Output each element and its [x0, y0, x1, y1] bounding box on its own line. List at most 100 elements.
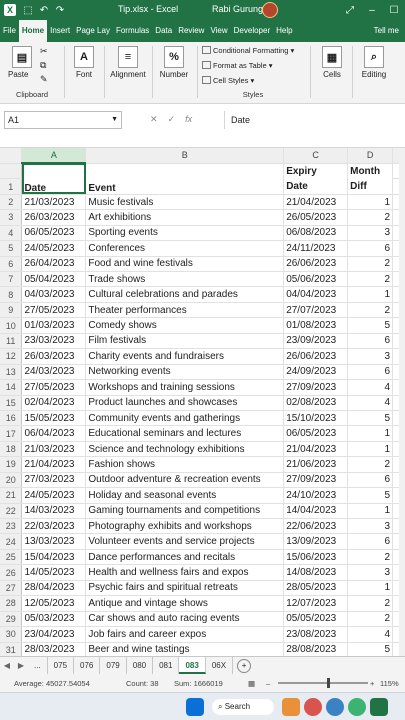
column-header-d[interactable]: D [347, 148, 394, 164]
cell-month-diff[interactable]: 6 [347, 364, 394, 381]
cell-event[interactable]: Product launches and showcases [85, 395, 285, 411]
undo-button[interactable]: ↶ [36, 5, 52, 16]
format-painter-icon[interactable]: ✎ [40, 74, 48, 85]
cell-event[interactable]: Workshops and training sessions [85, 379, 285, 396]
cell-expiry-date[interactable]: 15/06/2023 [283, 549, 349, 566]
enter-icon[interactable]: ✓ [168, 114, 176, 124]
cell-month-diff[interactable]: 6 [347, 240, 394, 257]
paste-button[interactable]: Paste [8, 70, 28, 79]
row-header[interactable]: 12 [0, 348, 23, 365]
cell-date[interactable]: 15/04/2023 [21, 549, 87, 566]
cell-date[interactable]: 21/04/2023 [21, 456, 87, 473]
cell-event[interactable]: Art exhibitions [85, 209, 285, 226]
cell-event[interactable]: Antique and vintage shows [85, 595, 285, 612]
cell-event[interactable]: Sporting events [85, 225, 285, 242]
cell-date[interactable]: 02/04/2023 [21, 395, 87, 411]
cell-event[interactable]: Outdoor adventure & recreation events [85, 472, 285, 489]
next-sheet-icon[interactable]: ▶ [14, 661, 28, 670]
cell-month-diff[interactable]: 2 [347, 595, 394, 612]
cell-expiry-date[interactable]: 24/10/2023 [283, 487, 349, 504]
cell-event[interactable]: Science and technology exhibitions [85, 441, 285, 458]
cell-event[interactable]: Educational seminars and lectures [85, 425, 285, 442]
add-sheet-button[interactable]: + [237, 658, 252, 673]
cell-date[interactable]: 24/03/2023 [21, 364, 87, 381]
cell-expiry-date[interactable]: 21/04/2023 [283, 441, 349, 458]
row-header[interactable]: 5 [0, 240, 23, 257]
row-header[interactable]: 6 [0, 256, 23, 273]
row-header[interactable]: 11 [0, 333, 23, 350]
tab-page-layout[interactable]: Page Lay [73, 20, 113, 42]
cell-date[interactable]: 05/04/2023 [21, 271, 87, 288]
minimize-button[interactable]: – [361, 5, 383, 16]
cell-event[interactable]: Dance performances and recitals [85, 549, 285, 566]
cell-expiry-date[interactable]: 26/06/2023 [283, 256, 349, 273]
row-header[interactable]: 19 [0, 456, 23, 473]
normal-view-icon[interactable]: ▦ [248, 679, 255, 688]
zoom-slider-thumb[interactable] [327, 678, 330, 688]
row-header[interactable]: 15 [0, 395, 23, 411]
cell-expiry-date[interactable]: 24/11/2023 [283, 240, 349, 257]
row-header[interactable]: 18 [0, 441, 23, 458]
cell-month-diff[interactable]: 3 [347, 518, 394, 535]
files-icon[interactable] [282, 698, 300, 716]
cell-date[interactable]: 24/05/2023 [21, 240, 87, 257]
tab-developer[interactable]: Developer [231, 20, 273, 42]
cell-date[interactable]: 06/04/2023 [21, 425, 87, 442]
row-header[interactable]: 9 [0, 302, 23, 319]
cell-month-diff[interactable]: 2 [347, 456, 394, 473]
number-group[interactable]: % Number [154, 42, 194, 104]
row-header[interactable]: 17 [0, 425, 23, 442]
cell-date[interactable]: 23/04/2023 [21, 626, 87, 643]
prev-sheet-icon[interactable]: ◀ [0, 661, 14, 670]
column-header-c[interactable]: C [283, 148, 349, 164]
row-header[interactable]: 13 [0, 364, 23, 381]
cut-icon[interactable]: ✂ [40, 46, 48, 57]
sheet-tab-080[interactable]: 080 [127, 657, 154, 674]
browser-icon[interactable] [304, 698, 322, 716]
row-header[interactable]: 28 [0, 595, 23, 612]
column-header-b[interactable]: B [85, 148, 285, 164]
alignment-group[interactable]: ≡ Alignment [106, 42, 150, 104]
cell-event[interactable]: Comedy shows [85, 317, 285, 334]
row-header[interactable]: 16 [0, 410, 23, 427]
cell-event[interactable]: Community events and gatherings [85, 410, 285, 427]
cell-expiry-date[interactable]: 15/10/2023 [283, 410, 349, 427]
cell-expiry-date[interactable]: 14/08/2023 [283, 564, 349, 581]
cell-expiry-date[interactable]: 27/07/2023 [283, 302, 349, 319]
cell-expiry-date[interactable]: 27/09/2023 [283, 379, 349, 396]
tab-view[interactable]: View [207, 20, 230, 42]
sheet-tab-06x[interactable]: 06X [206, 657, 234, 674]
row-header[interactable]: 27 [0, 580, 23, 597]
cell-date[interactable]: 21/03/2023 [21, 194, 87, 211]
row-header[interactable]: 21 [0, 487, 23, 504]
row-header[interactable]: 7 [0, 271, 23, 288]
row-header[interactable]: 26 [0, 564, 23, 581]
cell-expiry-date[interactable]: 02/08/2023 [283, 395, 349, 411]
zoom-level[interactable]: 115% [380, 679, 399, 688]
cell-expiry-date[interactable]: 28/05/2023 [283, 580, 349, 597]
name-box[interactable]: A1 ▼ [4, 111, 122, 129]
cell-expiry-date[interactable]: 27/09/2023 [283, 472, 349, 489]
row-header[interactable]: 10 [0, 317, 23, 334]
cell-month-diff[interactable]: 1 [347, 194, 394, 211]
cell-event[interactable]: Cultural celebrations and parades [85, 286, 285, 303]
cell-expiry-date[interactable]: 21/04/2023 [283, 194, 349, 211]
cell-expiry-date[interactable]: 05/05/2023 [283, 611, 349, 628]
cell-month-diff[interactable]: 4 [347, 395, 394, 411]
cell-expiry-date[interactable]: 26/06/2023 [283, 348, 349, 365]
cell-month-diff[interactable]: 5 [347, 317, 394, 334]
redo-button[interactable]: ↷ [52, 5, 68, 16]
cell-month-diff[interactable]: 2 [347, 256, 394, 273]
cell-month-diff[interactable]: 2 [347, 271, 394, 288]
vertical-scrollbar[interactable] [399, 148, 405, 656]
cell-event[interactable]: Car shows and auto racing events [85, 611, 285, 628]
cell-month-diff[interactable]: 5 [347, 487, 394, 504]
cell-date[interactable]: 28/03/2023 [21, 642, 87, 656]
cell-expiry-date[interactable]: 06/08/2023 [283, 225, 349, 242]
taskbar-search[interactable]: ⌕ Search [212, 699, 274, 715]
cell-event[interactable]: Health and wellness fairs and expos [85, 564, 285, 581]
conditional-formatting-button[interactable]: Conditional Formatting ▾ [202, 46, 294, 55]
tab-home[interactable]: Home [18, 20, 48, 42]
cell-month-diff[interactable]: 5 [347, 642, 394, 656]
cell-d1[interactable]: Diff [347, 178, 394, 195]
